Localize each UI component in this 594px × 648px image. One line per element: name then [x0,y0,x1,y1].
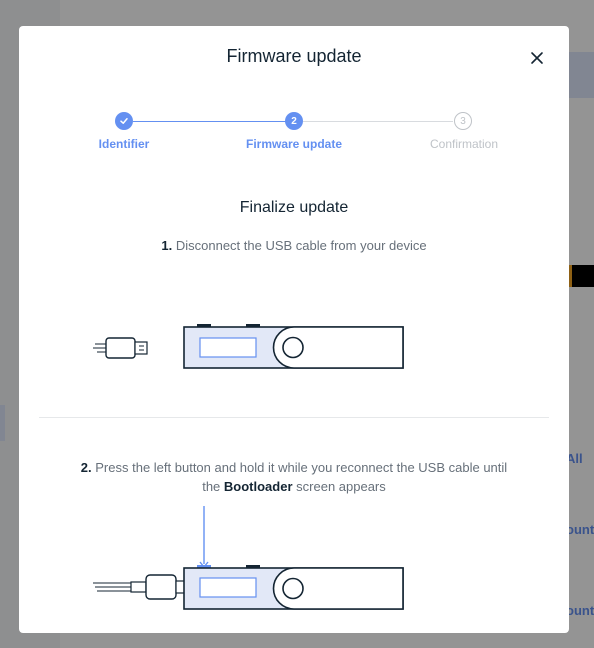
usb-cable-plug [93,337,148,359]
step-line-done [133,121,293,122]
nano-device-pressed [183,565,404,610]
instruction-step-1: 1. Disconnect the USB cable from your de… [79,236,509,255]
instruction-step-2-text-b: screen appears [296,479,386,494]
press-indicator [199,506,209,569]
usb-cable-connected [93,574,186,600]
device-reconnect-illustration [93,506,404,610]
step-2-dot: 2 [285,112,303,130]
instruction-step-2-bold: Bootloader [223,479,293,494]
step-1-dot [115,112,133,130]
firmware-update-modal: Firmware update 2 3 Identifier Firmware … [19,26,569,633]
section-heading: Finalize update [239,199,349,216]
section-divider [39,417,549,418]
instruction-step-1-number: 1. [161,238,173,253]
modal-title: Firmware update [226,46,362,66]
instruction-step-2-number: 2. [80,460,92,475]
stepper: 2 3 Identifier Firmware update Confirmat… [19,110,569,170]
device-disconnected-illustration [93,324,404,369]
close-icon [531,52,543,64]
step-2-label: Firmware update [245,137,343,151]
step-3-label: Confirmation [429,137,499,151]
nano-device [183,324,404,369]
step-1-label: Identifier [98,137,150,151]
step-3-number: 3 [460,115,466,127]
step-2-number: 2 [291,115,297,127]
close-button[interactable] [529,50,545,66]
instruction-step-2: 2. Press the left button and hold it whi… [79,458,509,496]
step-3-dot: 3 [454,112,472,130]
step-line-pending [303,121,453,122]
instruction-step-1-text: Disconnect the USB cable from your devic… [175,238,427,253]
check-icon [120,118,128,124]
